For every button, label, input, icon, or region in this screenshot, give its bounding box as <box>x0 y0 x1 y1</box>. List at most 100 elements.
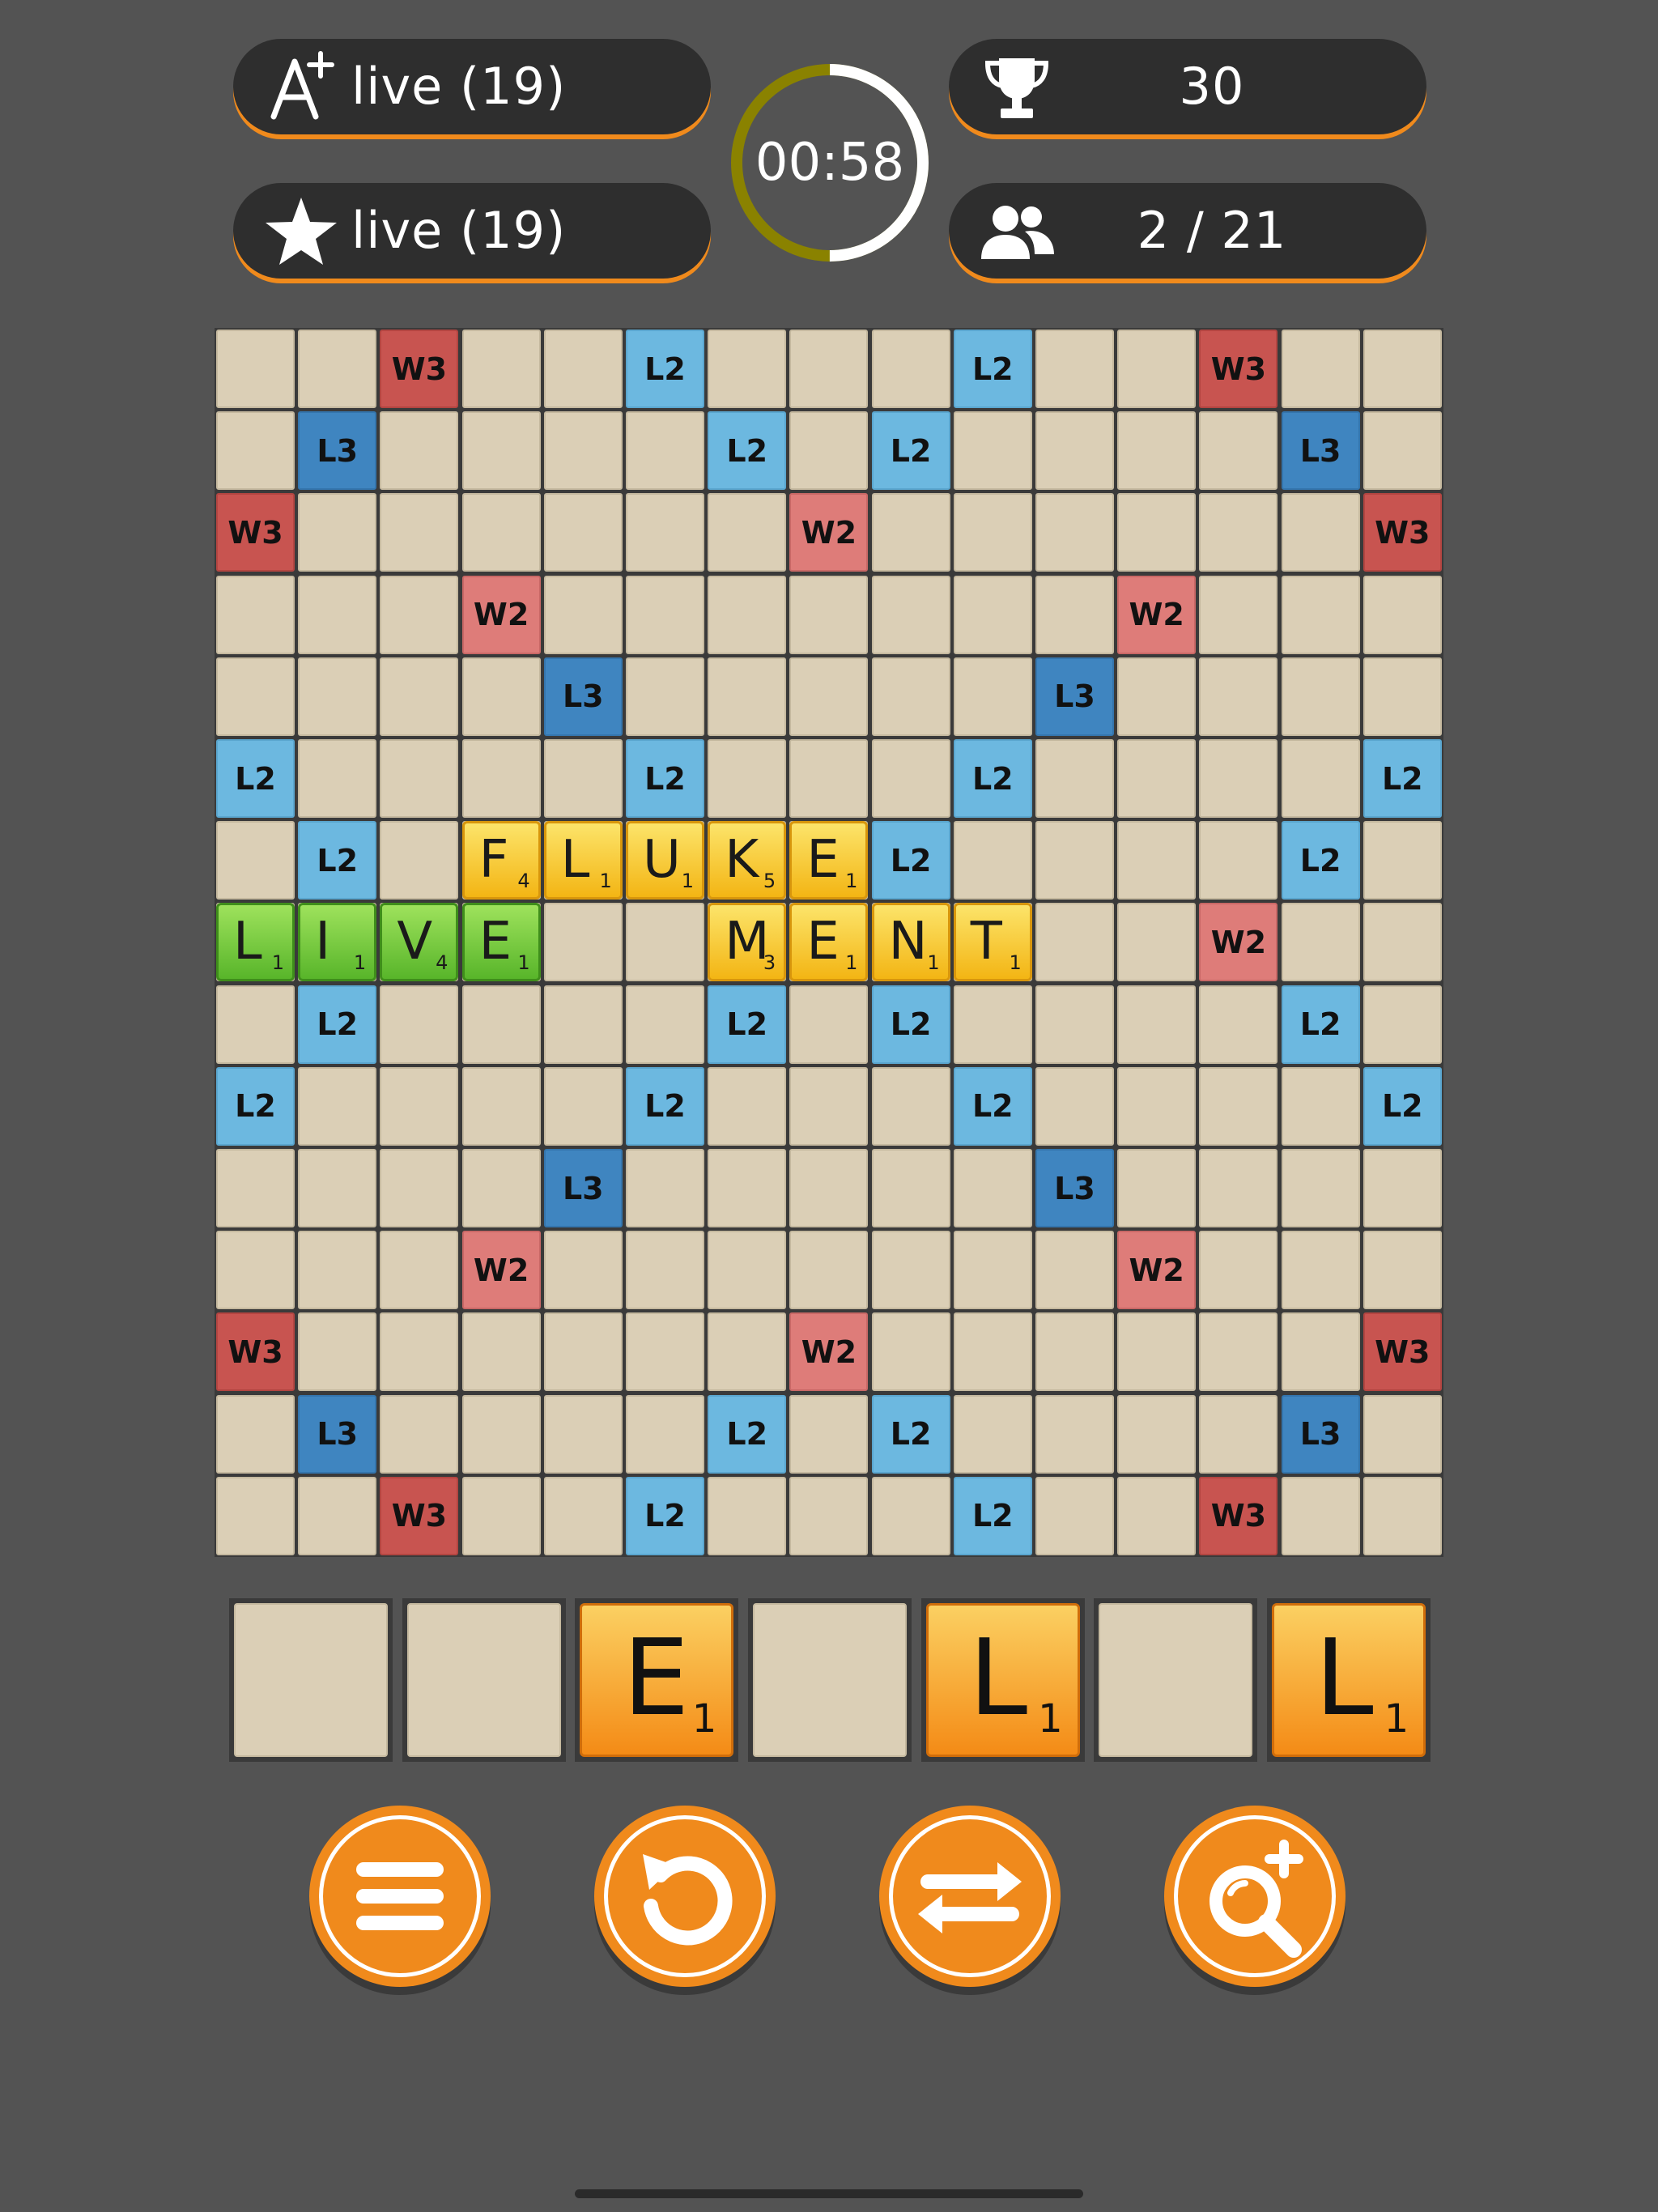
board-cell-bonus[interactable]: W2 <box>461 1231 541 1310</box>
rack-slot-empty[interactable] <box>1094 1598 1258 1762</box>
board-cell[interactable] <box>380 1231 459 1310</box>
board-cell[interactable] <box>1363 330 1442 408</box>
board-cell[interactable] <box>708 1231 787 1310</box>
board-cell[interactable] <box>1363 903 1442 982</box>
board-cell[interactable] <box>953 985 1032 1064</box>
board-cell[interactable] <box>380 821 459 900</box>
board-cell-bonus[interactable]: L2 <box>216 1066 295 1146</box>
board-cell[interactable] <box>216 1149 295 1227</box>
board-cell[interactable] <box>953 657 1032 736</box>
board-cell[interactable] <box>1035 903 1114 982</box>
board-cell[interactable] <box>1199 821 1278 900</box>
board-cell[interactable] <box>298 1476 377 1555</box>
board-cell[interactable] <box>1199 985 1278 1064</box>
board-cell[interactable] <box>1117 985 1197 1064</box>
board-cell[interactable] <box>461 330 541 408</box>
board-cell[interactable] <box>1117 657 1197 736</box>
board-cell[interactable] <box>953 575 1032 654</box>
board-cell[interactable] <box>298 330 377 408</box>
board-cell[interactable] <box>1117 411 1197 491</box>
board-cell[interactable] <box>1199 657 1278 736</box>
board-cell-bonus[interactable]: L2 <box>871 821 950 900</box>
board-cell[interactable] <box>1199 1149 1278 1227</box>
board-cell-bonus[interactable]: L2 <box>626 330 704 408</box>
board-cell[interactable] <box>1035 1066 1114 1146</box>
board-cell[interactable] <box>543 1394 623 1474</box>
board-cell[interactable] <box>1363 1231 1442 1310</box>
board-cell[interactable] <box>789 1231 869 1310</box>
board-cell[interactable] <box>461 1476 541 1555</box>
board-cell[interactable] <box>1199 1312 1278 1392</box>
board-cell-bonus[interactable]: L2 <box>953 1476 1032 1555</box>
rack-slot[interactable]: L1 <box>920 1598 1085 1762</box>
board-cell[interactable] <box>789 1476 869 1555</box>
board-cell[interactable] <box>1199 575 1278 654</box>
board-cell[interactable] <box>871 1476 950 1555</box>
board-cell[interactable] <box>1117 821 1197 900</box>
board-cell[interactable] <box>298 739 377 818</box>
board-cell-bonus[interactable]: L2 <box>1281 985 1360 1064</box>
board-cell[interactable] <box>298 493 377 572</box>
board-cell[interactable] <box>1281 903 1360 982</box>
board-cell[interactable] <box>789 330 869 408</box>
board-cell[interactable] <box>708 1476 787 1555</box>
board-cell[interactable] <box>708 493 787 572</box>
board-cell[interactable] <box>871 1066 950 1146</box>
board-cell[interactable] <box>1281 1149 1360 1227</box>
board-cell-bonus[interactable]: W3 <box>216 1312 295 1392</box>
board-cell[interactable] <box>708 575 787 654</box>
board-cell[interactable] <box>953 1394 1032 1474</box>
board-cell[interactable] <box>216 330 295 408</box>
board-cell[interactable] <box>871 657 950 736</box>
rack-tile[interactable]: L1 <box>925 1603 1080 1757</box>
board-cell[interactable] <box>626 1312 704 1392</box>
board-cell[interactable] <box>1363 1476 1442 1555</box>
board-cell[interactable] <box>1281 330 1360 408</box>
board-cell[interactable] <box>871 493 950 572</box>
board-cell[interactable] <box>871 575 950 654</box>
board-cell[interactable] <box>461 411 541 491</box>
game-board[interactable]: W3 L2 L2 W3 L3 L2 L2 L3 W3 W2 W3 W2 W2 L3 L3 L2 L2 L2 L2 L2… <box>215 328 1443 1557</box>
board-cell[interactable] <box>1035 1312 1114 1392</box>
board-cell[interactable] <box>380 411 459 491</box>
board-cell[interactable] <box>871 1149 950 1227</box>
board-cell[interactable] <box>1199 739 1278 818</box>
board-cell-bonus[interactable]: W2 <box>1117 575 1197 654</box>
board-cell[interactable] <box>1281 1066 1360 1146</box>
board-cell[interactable] <box>871 330 950 408</box>
board-cell[interactable] <box>953 493 1032 572</box>
board-cell[interactable] <box>216 985 295 1064</box>
hint-button[interactable] <box>1164 1806 1346 1987</box>
board-cell[interactable] <box>708 657 787 736</box>
swap-button[interactable] <box>879 1806 1061 1987</box>
board-cell-bonus[interactable]: L2 <box>626 1066 704 1146</box>
board-cell[interactable] <box>1199 1231 1278 1310</box>
board-cell[interactable] <box>380 1394 459 1474</box>
board-cell[interactable] <box>216 657 295 736</box>
board-cell[interactable] <box>1363 1394 1442 1474</box>
board-cell[interactable] <box>1035 330 1114 408</box>
board-cell[interactable] <box>1117 1476 1197 1555</box>
board-cell[interactable] <box>298 1149 377 1227</box>
board-cell[interactable] <box>708 330 787 408</box>
board-cell[interactable] <box>789 1066 869 1146</box>
board-cell[interactable] <box>543 1312 623 1392</box>
board-cell[interactable] <box>380 1066 459 1146</box>
board-cell-bonus[interactable]: W3 <box>216 493 295 572</box>
board-cell-bonus[interactable]: L2 <box>626 739 704 818</box>
board-cell[interactable] <box>789 1394 869 1474</box>
board-cell-bonus[interactable]: W2 <box>789 493 869 572</box>
board-cell[interactable] <box>543 739 623 818</box>
rack-slot[interactable]: E1 <box>575 1598 739 1762</box>
board-cell-bonus[interactable]: W2 <box>1199 903 1278 982</box>
home-indicator[interactable] <box>575 2189 1083 2198</box>
board-cell[interactable] <box>298 1312 377 1392</box>
board-cell[interactable] <box>543 1231 623 1310</box>
board-cell-bonus[interactable]: L2 <box>298 821 377 900</box>
board-cell-bonus[interactable]: L3 <box>298 1394 377 1474</box>
board-cell[interactable] <box>1281 493 1360 572</box>
board-cell-bonus[interactable]: L3 <box>1281 1394 1360 1474</box>
board-cell[interactable] <box>543 411 623 491</box>
board-cell[interactable] <box>1117 1312 1197 1392</box>
board-cell[interactable] <box>380 1149 459 1227</box>
